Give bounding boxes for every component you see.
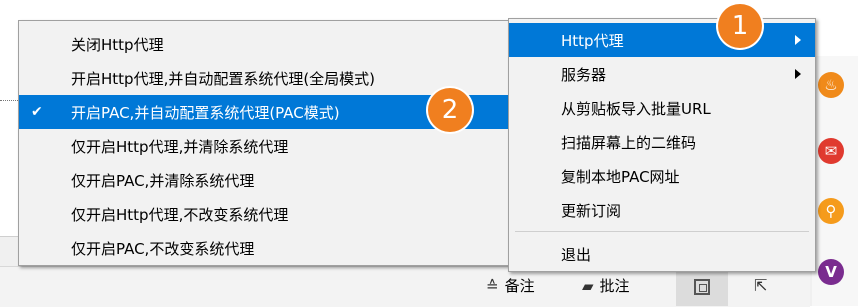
- menu-separator: [515, 231, 809, 232]
- menu-item-label: 复制本地PAC网址: [561, 167, 680, 186]
- step-badge-2: 2: [428, 88, 472, 132]
- menu-item-import-clipboard[interactable]: 从剪贴板导入批量URL: [509, 91, 815, 125]
- dotted-guide: [0, 100, 20, 101]
- step-badge-1: 1: [718, 4, 762, 48]
- comments-button[interactable]: ▰ 批注: [582, 275, 630, 296]
- menu-item-exit[interactable]: 退出: [509, 237, 815, 271]
- menu-item-copy-pac-url[interactable]: 复制本地PAC网址: [509, 159, 815, 193]
- submenu-item-pac-keep[interactable]: 仅开启PAC,不改变系统代理: [19, 231, 509, 265]
- submenu-item-label: 仅开启PAC,不改变系统代理: [71, 239, 255, 258]
- menu-item-update-subscription[interactable]: 更新订阅: [509, 193, 815, 227]
- menu-item-label: 扫描屏幕上的二维码: [561, 133, 697, 152]
- http-proxy-submenu: 关闭Http代理 开启Http代理,并自动配置系统代理(全局模式) ✔ 开启PA…: [18, 20, 510, 266]
- submenu-item-pac-clear[interactable]: 仅开启PAC,并清除系统代理: [19, 163, 509, 197]
- menu-item-label: 从剪贴板导入批量URL: [561, 99, 711, 118]
- menu-item-http-proxy[interactable]: Http代理: [509, 23, 815, 57]
- fire-icon[interactable]: ♨: [818, 72, 844, 98]
- menu-item-scan-qrcode[interactable]: 扫描屏幕上的二维码: [509, 125, 815, 159]
- notes-icon: ≙: [486, 276, 499, 295]
- mail-icon[interactable]: ✉: [818, 138, 844, 164]
- chevron-right-icon: [795, 35, 801, 45]
- check-icon: ✔: [31, 104, 43, 120]
- notes-label: 备注: [504, 277, 535, 295]
- submenu-item-label: 仅开启Http代理,不改变系统代理: [71, 205, 289, 224]
- submenu-item-global-mode[interactable]: 开启Http代理,并自动配置系统代理(全局模式): [19, 61, 509, 95]
- normal-view-button[interactable]: [676, 267, 728, 306]
- menu-item-label: Http代理: [561, 31, 624, 50]
- menu-item-label: 退出: [561, 245, 592, 264]
- comment-icon: ▰: [582, 276, 594, 295]
- context-menu: Http代理 服务器 从剪贴板导入批量URL 扫描屏幕上的二维码 复制本地PAC…: [508, 18, 816, 272]
- submenu-item-label: 关闭Http代理: [71, 35, 164, 54]
- menu-item-servers[interactable]: 服务器: [509, 57, 815, 91]
- submenu-item-label: 仅开启Http代理,并清除系统代理: [71, 137, 289, 156]
- search-icon[interactable]: ⚲: [818, 198, 844, 224]
- submenu-item-disable-http[interactable]: 关闭Http代理: [19, 27, 509, 61]
- chevron-right-icon: [795, 69, 801, 79]
- notes-button[interactable]: ≙ 备注: [486, 275, 535, 296]
- submenu-item-label: 开启Http代理,并自动配置系统代理(全局模式): [71, 69, 376, 88]
- v-icon[interactable]: V: [818, 259, 844, 285]
- menu-item-label: 服务器: [561, 65, 607, 84]
- view-icon: [694, 278, 710, 295]
- submenu-item-http-clear[interactable]: 仅开启Http代理,并清除系统代理: [19, 129, 509, 163]
- comments-label: 批注: [599, 277, 630, 295]
- cursor-icon: ⇱: [754, 276, 768, 295]
- submenu-item-label: 仅开启PAC,并清除系统代理: [71, 171, 255, 190]
- submenu-item-label: 开启PAC,并自动配置系统代理(PAC模式): [71, 103, 340, 122]
- submenu-item-http-keep[interactable]: 仅开启Http代理,不改变系统代理: [19, 197, 509, 231]
- menu-item-label: 更新订阅: [561, 201, 622, 220]
